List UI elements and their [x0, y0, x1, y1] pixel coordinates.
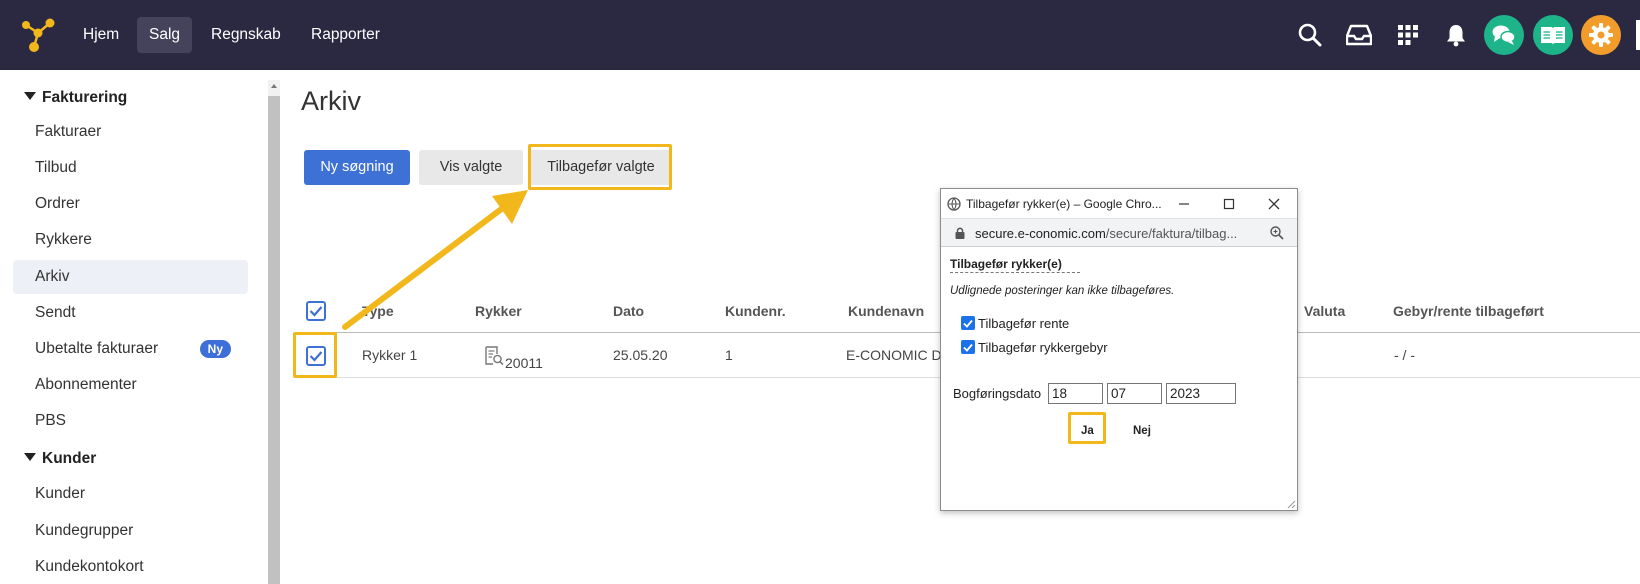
- window-edge: [1636, 20, 1640, 50]
- sidebar-item-kunder[interactable]: Kunder: [13, 477, 248, 511]
- sidebar-section-kunder[interactable]: Kunder: [24, 447, 96, 471]
- sidebar-item-label: Ubetalte fakturaer: [35, 340, 159, 357]
- popup-url: secure.e-conomic.com/secure/faktura/tilb…: [975, 226, 1238, 241]
- page-title: Arkiv: [301, 86, 361, 116]
- revert-fee-label: Tilbagefør rykkergebyr: [978, 340, 1108, 355]
- column-header-kundenr[interactable]: Kundenr.: [725, 303, 786, 319]
- search-icon[interactable]: [1294, 19, 1326, 51]
- sidebar-item-kundekontokort[interactable]: Kundekontokort: [13, 550, 248, 584]
- posting-date-day-input[interactable]: 18: [1048, 383, 1103, 404]
- caret-down-icon: [24, 92, 36, 100]
- posting-date-month-input[interactable]: 07: [1107, 383, 1162, 404]
- cell-type: Rykker 1: [362, 347, 418, 363]
- nav-hjem[interactable]: Hjem: [71, 17, 131, 53]
- popup-note: Udlignede posteringer kan ikke tilbagefø…: [950, 285, 1175, 297]
- cell-rykker-number[interactable]: 20011: [505, 355, 543, 371]
- zoom-icon[interactable]: [1269, 225, 1285, 241]
- sidebar-item-tilbud[interactable]: Tilbud: [13, 151, 248, 185]
- new-search-button[interactable]: Ny søgning: [304, 150, 410, 185]
- caret-down-icon: [24, 453, 36, 461]
- cell-gebyr-rente: - / -: [1394, 347, 1415, 363]
- scroll-up-arrow-icon[interactable]: [271, 84, 277, 88]
- popup-address-bar[interactable]: secure.e-conomic.com/secure/faktura/tilb…: [941, 219, 1297, 247]
- logo-icon[interactable]: [20, 17, 56, 53]
- annotation-arrow: [342, 190, 528, 330]
- inbox-icon[interactable]: [1343, 19, 1375, 51]
- minimize-icon[interactable]: [1177, 197, 1191, 211]
- new-badge: Ny: [199, 340, 231, 358]
- cell-dato: 25.05.20: [613, 347, 668, 363]
- highlight-row-checkbox: [293, 332, 337, 378]
- highlight-revert-button: [528, 144, 672, 190]
- sidebar-item-ubetalte-fakturaer[interactable]: Ubetalte fakturaer Ny: [13, 332, 248, 366]
- select-all-checkbox[interactable]: [306, 301, 326, 321]
- cell-kundenr: 1: [725, 347, 733, 363]
- sidebar-item-arkiv[interactable]: Arkiv: [13, 260, 248, 294]
- apps-grid-icon[interactable]: [1392, 19, 1424, 51]
- popup-heading: Tilbagefør rykker(e): [950, 257, 1080, 273]
- revert-interest-checkbox[interactable]: [961, 316, 975, 330]
- nav-salg[interactable]: Salg: [137, 17, 193, 53]
- popup-title-bar[interactable]: Tilbagefør rykker(e) – Google Chro...: [941, 189, 1297, 219]
- column-header-gebyr-rente[interactable]: Gebyr/rente tilbageført: [1393, 303, 1544, 319]
- nav-rapporter[interactable]: Rapporter: [299, 17, 392, 53]
- nav-regnskab[interactable]: Regnskab: [199, 17, 293, 53]
- revert-fee-checkbox[interactable]: [961, 340, 975, 354]
- checkmark-icon: [309, 306, 323, 317]
- highlight-yes-button: [1068, 412, 1106, 444]
- top-navigation-bar: Hjem Salg Regnskab Rapporter: [0, 0, 1640, 70]
- sidebar-item-pbs[interactable]: PBS: [13, 404, 248, 438]
- sidebar: Fakturering Fakturaer Tilbud Ordrer Rykk…: [0, 70, 268, 584]
- column-header-kundenavn[interactable]: Kundenavn: [848, 303, 924, 319]
- popup-window-title: Tilbagefør rykker(e) – Google Chro...: [966, 197, 1162, 211]
- column-header-valuta[interactable]: Valuta: [1304, 303, 1345, 319]
- chat-icon[interactable]: [1484, 15, 1524, 55]
- no-button[interactable]: Nej: [1133, 425, 1151, 437]
- globe-icon: [947, 197, 961, 211]
- bell-icon[interactable]: [1440, 19, 1472, 51]
- sidebar-item-fakturaer[interactable]: Fakturaer: [13, 115, 248, 149]
- revert-reminder-popup: Tilbagefør rykker(e) – Google Chro... se…: [940, 188, 1298, 511]
- close-icon[interactable]: [1267, 197, 1281, 211]
- book-icon[interactable]: [1533, 15, 1573, 55]
- sidebar-item-rykkere[interactable]: Rykkere: [13, 223, 248, 257]
- sidebar-item-ordrer[interactable]: Ordrer: [13, 187, 248, 221]
- lock-icon: [955, 227, 965, 239]
- sidebar-item-sendt[interactable]: Sendt: [13, 296, 248, 330]
- show-selected-button[interactable]: Vis valgte: [419, 150, 523, 185]
- checkmark-icon: [963, 343, 973, 352]
- sidebar-scrollbar-thumb[interactable]: [268, 96, 280, 584]
- resize-grip-icon[interactable]: [1286, 499, 1296, 509]
- posting-date-label: Bogføringsdato: [953, 386, 1042, 401]
- cell-kundenavn: E-CONOMIC DA: [846, 347, 951, 363]
- maximize-icon[interactable]: [1222, 197, 1236, 211]
- checkmark-icon: [963, 319, 973, 328]
- sidebar-item-kundegrupper[interactable]: Kundegrupper: [13, 514, 248, 548]
- sidebar-section-fakturering[interactable]: Fakturering: [24, 86, 127, 110]
- column-header-dato[interactable]: Dato: [613, 303, 644, 319]
- gear-icon[interactable]: [1581, 15, 1621, 55]
- revert-interest-label: Tilbagefør rente: [978, 316, 1070, 331]
- document-preview-icon[interactable]: [484, 346, 504, 366]
- sidebar-item-abonnementer[interactable]: Abonnementer: [13, 368, 248, 402]
- posting-date-year-input[interactable]: 2023: [1166, 383, 1236, 404]
